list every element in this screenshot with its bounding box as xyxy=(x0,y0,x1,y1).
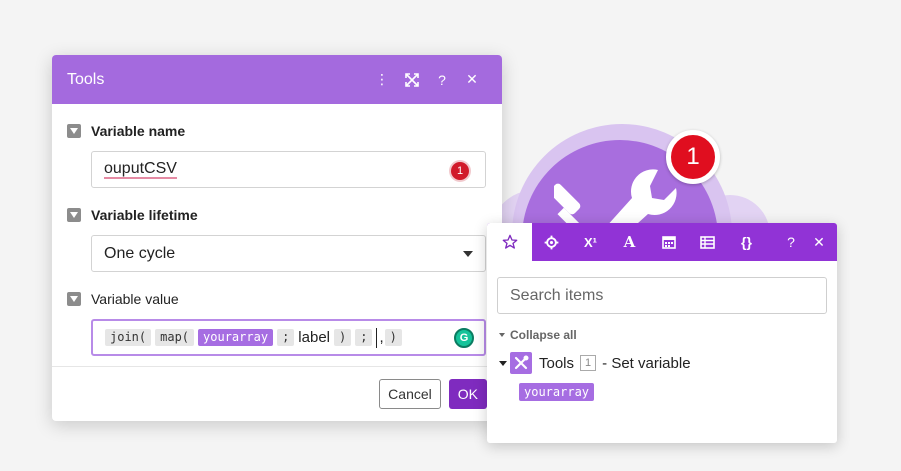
variable-lifetime-value: One cycle xyxy=(104,244,176,262)
tools-icon xyxy=(514,355,529,370)
close-paren-pill[interactable]: ) xyxy=(334,329,352,346)
more-vert-icon[interactable]: ⋮ xyxy=(367,65,397,95)
tree-module-row[interactable]: Tools 1 - Set variable xyxy=(499,352,837,374)
tab-json-functions[interactable]: {} xyxy=(727,223,766,261)
dialog-header: Tools ⋮ ? ✕ xyxy=(52,55,502,104)
text-caret xyxy=(376,327,378,348)
close-icon[interactable]: ✕ xyxy=(457,65,487,95)
variable-pill-yourarray[interactable]: yourarray xyxy=(198,329,274,346)
tools-module-icon xyxy=(510,352,532,374)
formula-text-comma: , xyxy=(379,329,384,346)
braces-icon: {} xyxy=(741,234,752,250)
list-item[interactable]: yourarray xyxy=(519,383,837,401)
ok-button[interactable]: OK xyxy=(448,379,487,409)
tree-module-action: - Set variable xyxy=(602,354,691,372)
tab-favorites[interactable] xyxy=(487,223,532,261)
collapse-toggle-icon[interactable] xyxy=(67,292,81,306)
variable-pill-yourarray[interactable]: yourarray xyxy=(519,383,595,401)
table-icon xyxy=(700,235,715,249)
tab-text-functions[interactable]: A xyxy=(610,223,649,261)
tab-math-functions[interactable]: X¹ xyxy=(571,223,610,261)
variable-name-label-row: Variable name xyxy=(67,122,487,140)
text-icon: A xyxy=(623,233,636,251)
variable-value-label: Variable value xyxy=(91,291,179,307)
tab-array-functions[interactable] xyxy=(688,223,727,261)
function-pill-join[interactable]: join( xyxy=(105,329,152,346)
collapse-toggle-icon[interactable] xyxy=(67,208,81,222)
grammarly-icon[interactable]: G xyxy=(454,328,474,348)
tree-module-number: 1 xyxy=(580,355,597,371)
collapse-all-label: Collapse all xyxy=(510,328,577,342)
variable-name-input[interactable]: ouputCSV 1 xyxy=(91,151,486,188)
calendar-icon xyxy=(661,236,676,249)
tab-general-functions[interactable] xyxy=(532,223,571,261)
caret-down-icon xyxy=(499,360,507,366)
module-notification-badge[interactable]: 1 xyxy=(666,130,720,184)
cancel-button[interactable]: Cancel xyxy=(379,379,441,409)
variable-name-label: Variable name xyxy=(91,123,186,139)
dialog-body: Variable name ouputCSV 1 Variable lifeti… xyxy=(52,122,502,356)
help-icon[interactable]: ? xyxy=(777,223,805,261)
tab-date-functions[interactable] xyxy=(649,223,688,261)
search-input[interactable]: Search items xyxy=(497,277,827,314)
star-icon xyxy=(502,234,517,249)
expand-icon[interactable] xyxy=(397,65,427,95)
close-icon[interactable]: ✕ xyxy=(805,223,833,261)
chevron-down-icon xyxy=(463,250,473,257)
separator-pill[interactable]: ; xyxy=(355,329,373,346)
tools-dialog: Tools ⋮ ? ✕ Variable name ouputCSV 1 Var… xyxy=(52,55,502,421)
separator-pill[interactable]: ; xyxy=(277,329,295,346)
caret-down-icon xyxy=(499,333,505,337)
tree-module-name: Tools xyxy=(539,354,575,372)
collapse-all-link[interactable]: Collapse all xyxy=(499,328,837,342)
mapping-panel: X¹ A {} ? ✕ Search items Collapse all To… xyxy=(487,223,837,443)
panel-tab-bar: X¹ A {} ? ✕ xyxy=(487,223,837,261)
variable-name-value: ouputCSV xyxy=(104,160,177,179)
variable-value-formula-input[interactable]: join( map( yourarray ; label ) ; , ) G xyxy=(91,319,486,356)
gear-icon xyxy=(544,235,559,249)
variable-lifetime-label: Variable lifetime xyxy=(91,207,198,223)
help-icon[interactable]: ? xyxy=(427,65,457,95)
collapse-toggle-icon[interactable] xyxy=(67,124,81,138)
variable-lifetime-select[interactable]: One cycle xyxy=(91,235,486,272)
close-paren-pill[interactable]: ) xyxy=(384,329,402,346)
variable-value-label-row: Variable value xyxy=(67,290,487,308)
variable-lifetime-label-row: Variable lifetime xyxy=(67,206,487,224)
function-pill-map[interactable]: map( xyxy=(155,329,195,346)
formula-text-label: label xyxy=(298,329,330,346)
expand-icon-svg xyxy=(405,72,419,87)
dialog-footer: Cancel OK xyxy=(52,366,502,421)
dialog-title: Tools xyxy=(67,70,105,88)
superscript-icon: X¹ xyxy=(584,234,597,250)
error-count-badge[interactable]: 1 xyxy=(451,162,469,180)
